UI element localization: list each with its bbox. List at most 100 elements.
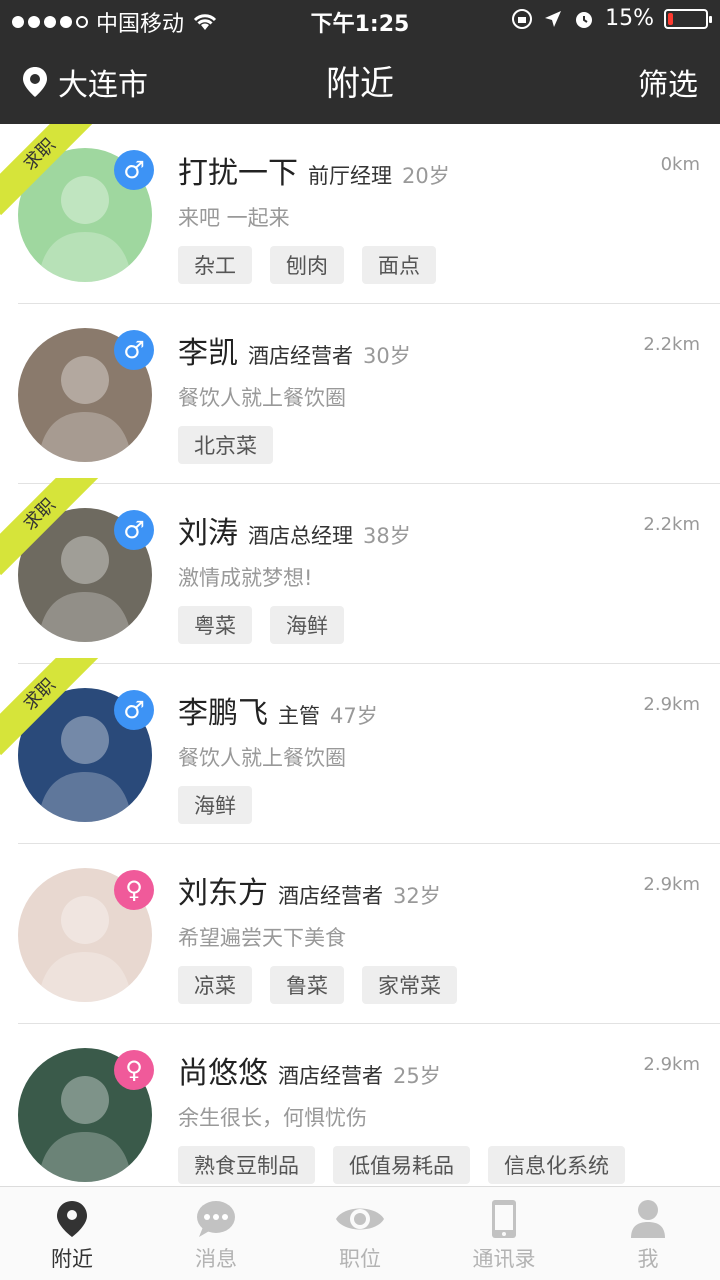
tab-bar: 附近 消息 职位 通讯录 我	[0, 1186, 720, 1280]
profile-header: 李鹏飞 主管 47岁	[178, 688, 720, 732]
nav-header: 大连市 附近 筛选	[0, 40, 720, 124]
profile-info: 李凯 酒店经营者 30岁 餐饮人就上餐饮圈 北京菜	[178, 328, 720, 464]
user-role: 酒店经营者	[278, 884, 383, 908]
cuisine-tag: 海鲜	[178, 786, 252, 824]
profile-info: 打扰一下 前厅经理 20岁 来吧 一起来 杂工 刨肉 面点	[178, 148, 720, 284]
user-age: 38岁	[363, 524, 411, 548]
male-icon: ♂	[114, 690, 154, 730]
profile-header: 刘东方 酒店经营者 32岁	[178, 868, 720, 912]
user-name: 尚悠悠	[178, 1056, 268, 1091]
profile-info: 刘东方 酒店经营者 32岁 希望遍尝天下美食 凉菜 鲁菜 家常菜	[178, 868, 720, 1004]
cuisine-tag: 海鲜	[270, 606, 344, 644]
status-right: 15%	[511, 6, 712, 31]
cuisine-tag: 刨肉	[270, 246, 344, 284]
job-seeking-badge: 求职	[0, 658, 100, 758]
tab-label: 附近	[51, 1247, 93, 1271]
user-motto: 余生很长，何惧忧伤	[178, 1106, 367, 1130]
female-icon: ♀	[114, 1050, 154, 1090]
page-title: 附近	[326, 64, 394, 104]
tab-label: 我	[637, 1247, 659, 1271]
user-name: 打扰一下	[178, 156, 298, 191]
cuisine-tag: 北京菜	[178, 426, 273, 464]
profile-header: 刘涛 酒店总经理 38岁	[178, 508, 720, 552]
badge-label: 求职	[0, 124, 100, 216]
list-item[interactable]: ♂ 求职 打扰一下 前厅经理 20岁 来吧 一起来 杂工 刨肉 面点 0km	[0, 124, 720, 304]
cuisine-tag: 粤菜	[178, 606, 252, 644]
job-seeking-badge: 求职	[0, 124, 100, 218]
profile-header: 尚悠悠 酒店经营者 25岁	[178, 1048, 720, 1092]
location-pin-icon	[57, 1201, 87, 1237]
user-motto: 餐饮人就上餐饮圈	[178, 746, 346, 770]
user-role: 酒店总经理	[248, 524, 353, 548]
eye-icon	[336, 1208, 384, 1230]
distance: 2.2km	[643, 334, 700, 355]
distance: 2.2km	[643, 514, 700, 535]
profile-header: 打扰一下 前厅经理 20岁	[178, 148, 720, 192]
male-icon: ♂	[114, 330, 154, 370]
cuisine-tag: 低值易耗品	[333, 1146, 470, 1184]
tag-list: 杂工 刨肉 面点	[178, 246, 720, 284]
male-icon: ♂	[114, 150, 154, 190]
distance: 2.9km	[643, 694, 700, 715]
tag-list: 北京菜	[178, 426, 720, 464]
cuisine-tag: 杂工	[178, 246, 252, 284]
user-age: 47岁	[330, 704, 378, 728]
profile-header: 李凯 酒店经营者 30岁	[178, 328, 720, 372]
user-role: 酒店经营者	[278, 1064, 383, 1088]
user-motto: 激情成就梦想!	[178, 566, 313, 590]
user-age: 32岁	[393, 884, 441, 908]
cuisine-tag: 凉菜	[178, 966, 252, 1004]
tab-label: 通讯录	[472, 1247, 536, 1271]
filter-button[interactable]: 筛选	[638, 60, 698, 104]
chat-bubble-icon	[197, 1201, 235, 1237]
avatar-container[interactable]: ♂	[18, 328, 154, 462]
job-seeking-badge: 求职	[0, 478, 100, 578]
alarm-icon	[576, 11, 593, 28]
tab-me[interactable]: 我	[576, 1187, 720, 1280]
list-item[interactable]: ♂ 求职 李鹏飞 主管 47岁 餐饮人就上餐饮圈 海鲜 2.9km	[0, 658, 720, 844]
avatar-container[interactable]: ♀	[18, 868, 154, 1002]
distance: 2.9km	[643, 874, 700, 895]
user-role: 酒店经营者	[248, 344, 353, 368]
tag-list: 熟食豆制品 低值易耗品 信息化系统	[178, 1146, 720, 1184]
user-name: 李鹏飞	[178, 696, 268, 731]
list-item[interactable]: ♂ 李凯 酒店经营者 30岁 餐饮人就上餐饮圈 北京菜 2.2km	[18, 304, 720, 484]
user-name: 刘涛	[178, 516, 238, 551]
user-motto: 餐饮人就上餐饮圈	[178, 386, 346, 410]
tab-label: 职位	[339, 1247, 381, 1271]
location-arrow-icon	[545, 10, 562, 27]
cuisine-tag: 信息化系统	[488, 1146, 625, 1184]
user-role: 主管	[278, 704, 320, 728]
user-name: 刘东方	[178, 876, 268, 911]
battery-icon	[664, 8, 712, 29]
rotation-lock-icon	[512, 8, 533, 29]
female-icon: ♀	[114, 870, 154, 910]
tab-jobs[interactable]: 职位	[288, 1187, 432, 1280]
phone-icon	[492, 1200, 516, 1238]
list-item[interactable]: ♀ 尚悠悠 酒店经营者 25岁 余生很长，何惧忧伤 熟食豆制品 低值易耗品 信息化系…	[18, 1024, 720, 1186]
user-age: 25岁	[393, 1064, 441, 1088]
tab-nearby[interactable]: 附近	[0, 1187, 144, 1280]
nearby-list: ♂ 求职 打扰一下 前厅经理 20岁 来吧 一起来 杂工 刨肉 面点 0km ♂…	[0, 124, 720, 1186]
user-age: 30岁	[363, 344, 411, 368]
tag-list: 粤菜 海鲜	[178, 606, 720, 644]
list-item[interactable]: ♂ 求职 刘涛 酒店总经理 38岁 激情成就梦想! 粤菜 海鲜 2.2km	[0, 478, 720, 664]
badge-label: 求职	[0, 478, 100, 576]
cuisine-tag: 家常菜	[362, 966, 457, 1004]
profile-info: 尚悠悠 酒店经营者 25岁 余生很长，何惧忧伤 熟食豆制品 低值易耗品 信息化系统	[178, 1048, 720, 1184]
cuisine-tag: 熟食豆制品	[178, 1146, 315, 1184]
distance: 2.9km	[643, 1054, 700, 1075]
male-icon: ♂	[114, 510, 154, 550]
tab-messages[interactable]: 消息	[144, 1187, 288, 1280]
avatar-container[interactable]: ♀	[18, 1048, 154, 1182]
list-item[interactable]: ♀ 刘东方 酒店经营者 32岁 希望遍尝天下美食 凉菜 鲁菜 家常菜 2.9km	[18, 844, 720, 1024]
tab-contacts[interactable]: 通讯录	[432, 1187, 576, 1280]
distance: 0km	[660, 154, 700, 175]
cuisine-tag: 鲁菜	[270, 966, 344, 1004]
user-name: 李凯	[178, 336, 238, 371]
badge-label: 求职	[0, 658, 100, 756]
user-age: 20岁	[402, 164, 450, 188]
tag-list: 凉菜 鲁菜 家常菜	[178, 966, 720, 1004]
user-motto: 希望遍尝天下美食	[178, 926, 346, 950]
tag-list: 海鲜	[178, 786, 720, 824]
